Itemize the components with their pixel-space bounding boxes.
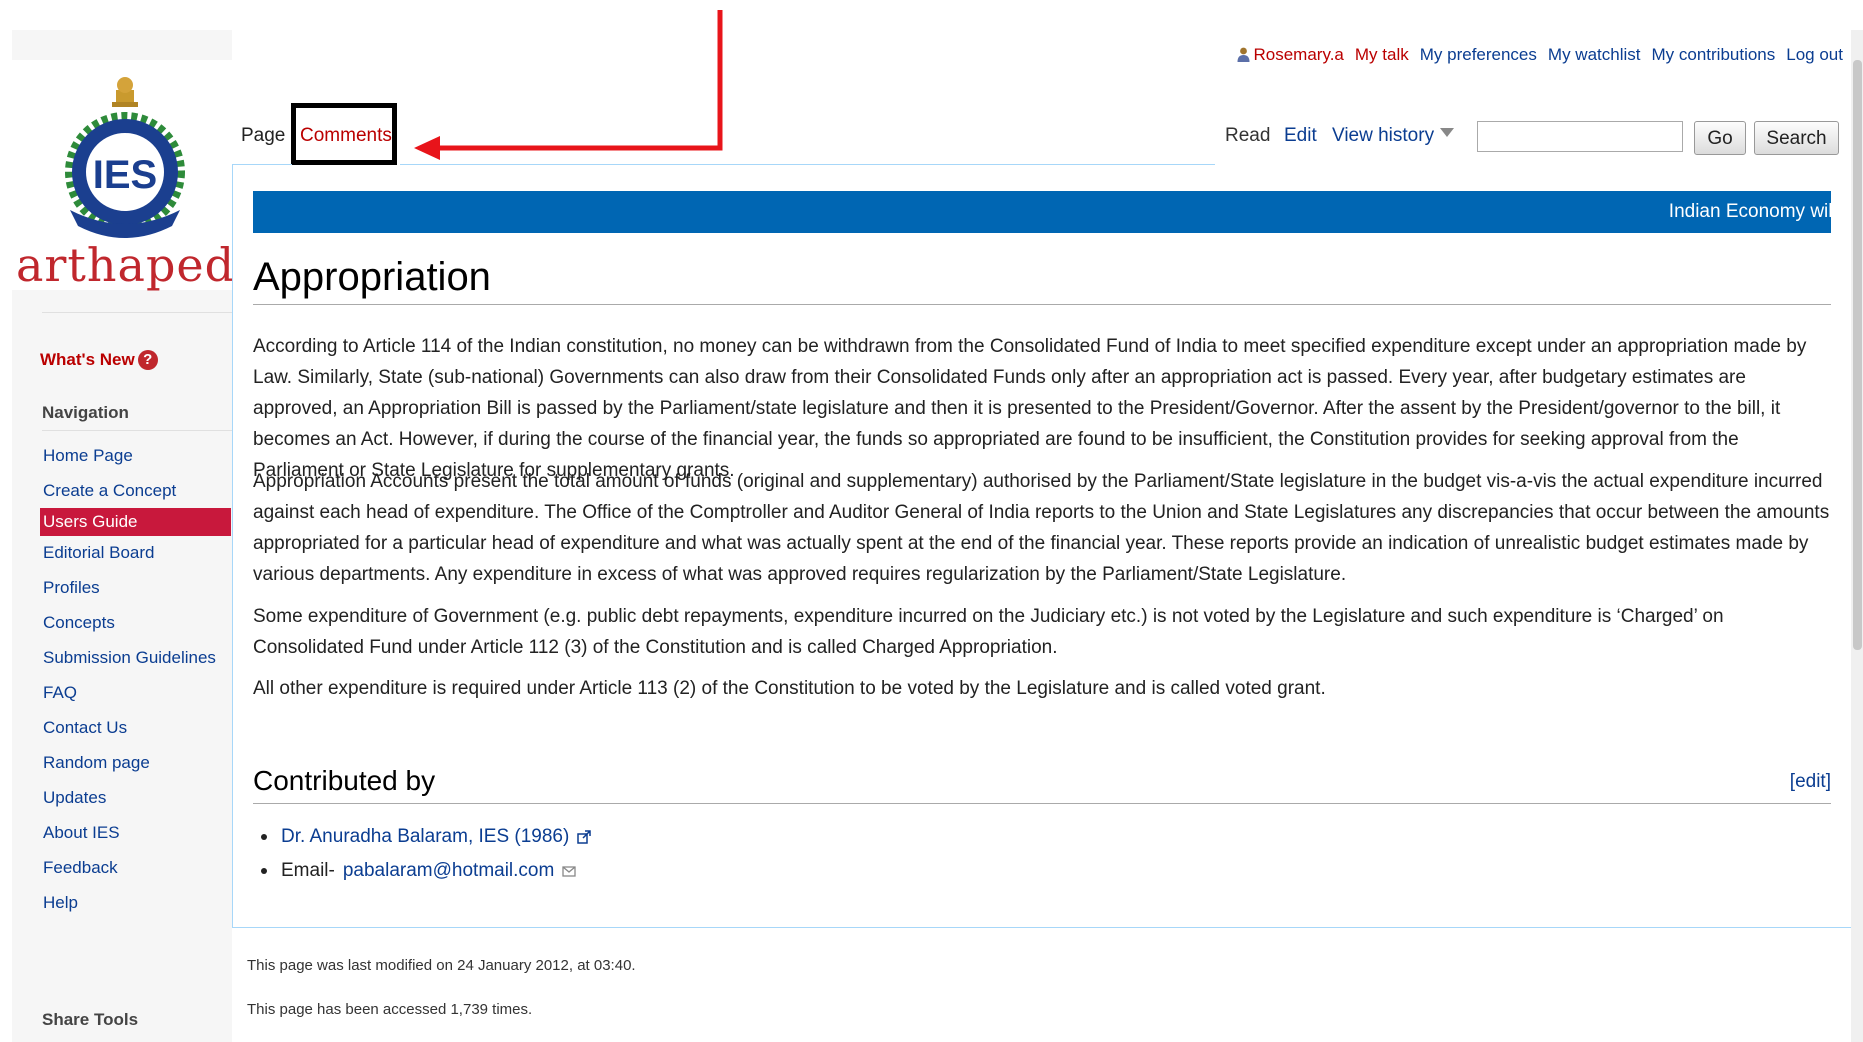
go-button[interactable]: Go	[1694, 121, 1746, 155]
external-link-icon	[577, 830, 592, 844]
whats-new-link[interactable]: What's New ?	[40, 350, 158, 370]
sidebar-item-contact-us[interactable]: Contact Us	[40, 714, 231, 742]
my-contributions-link[interactable]: My contributions	[1651, 45, 1775, 65]
sidebar-item-create-concept[interactable]: Create a Concept	[40, 477, 231, 505]
emblem-text: IES	[93, 153, 157, 197]
sidebar-item-updates[interactable]: Updates	[40, 784, 231, 812]
user-icon	[1237, 47, 1249, 62]
bullet-icon	[261, 834, 267, 840]
username: Rosemary.a	[1253, 45, 1344, 64]
sidebar-divider	[42, 312, 232, 313]
sidebar-item-faq[interactable]: FAQ	[40, 679, 231, 707]
ticker-text: Indian Economy will sc	[1668, 201, 1831, 222]
article-paragraph: According to Article 114 of the Indian c…	[253, 336, 1807, 481]
last-modified-text: This page was last modified on 24 Januar…	[247, 957, 636, 974]
tab-page[interactable]: Page	[241, 125, 285, 147]
user-link[interactable]: Rosemary.a	[1237, 45, 1344, 65]
contributed-by-label: Contributed by	[253, 765, 436, 796]
sidebar-item-submission-guidelines[interactable]: Submission Guidelines	[40, 644, 231, 672]
my-talk-link[interactable]: My talk	[1355, 45, 1409, 65]
page-title: Appropriation	[253, 255, 1831, 305]
navigation-heading: Navigation	[42, 403, 129, 422]
mail-icon	[562, 866, 576, 877]
search-input[interactable]	[1477, 121, 1683, 152]
personal-toolbar: Rosemary.a My talk My preferences My wat…	[1237, 45, 1843, 65]
section-edit-link[interactable]: [edit]	[1790, 771, 1831, 793]
sidebar-item-users-guide[interactable]: Users Guide	[40, 508, 231, 536]
search-button[interactable]: Search	[1754, 121, 1839, 155]
list-item: Dr. Anuradha Balaram, IES (1986)	[261, 826, 592, 848]
article-paragraph: All other expenditure is required under …	[253, 678, 1326, 699]
site-logo[interactable]: IES arthapedia	[12, 60, 278, 292]
sidebar-item-help[interactable]: Help	[40, 889, 231, 917]
news-ticker[interactable]: Indian Economy will sc	[253, 191, 1831, 233]
email-label: Email-	[281, 860, 335, 881]
contributed-by-heading: Contributed by [edit]	[253, 765, 1831, 804]
list-item: Email- pabalaram@hotmail.com	[261, 860, 576, 882]
whats-new-label: What's New	[40, 350, 135, 369]
sidebar-item-feedback[interactable]: Feedback	[40, 854, 231, 882]
annotation-arrow-icon	[414, 10, 723, 160]
scrollbar-thumb[interactable]	[1853, 60, 1862, 650]
tab-view-history[interactable]: View history	[1332, 125, 1434, 147]
my-preferences-link[interactable]: My preferences	[1420, 45, 1537, 65]
tab-comments[interactable]: Comments	[300, 125, 392, 147]
chevron-down-icon[interactable]	[1440, 128, 1454, 137]
access-count-text: This page has been accessed 1,739 times.	[247, 1001, 533, 1018]
sidebar-item-profiles[interactable]: Profiles	[40, 574, 231, 602]
sidebar-item-editorial-board[interactable]: Editorial Board	[40, 539, 231, 567]
content-area: Indian Economy will sc Appropriation Acc…	[232, 165, 1853, 928]
sidebar-item-home-page[interactable]: Home Page	[40, 442, 231, 470]
bullet-icon	[261, 868, 267, 874]
sidebar-item-about-ies[interactable]: About IES	[40, 819, 231, 847]
sidebar-item-random-page[interactable]: Random page	[40, 749, 231, 777]
log-out-link[interactable]: Log out	[1786, 45, 1843, 65]
navigation-divider	[42, 430, 232, 431]
sidebar-item-concepts[interactable]: Concepts	[40, 609, 231, 637]
tab-read[interactable]: Read	[1225, 125, 1270, 147]
article-paragraph: Some expenditure of Government (e.g. pub…	[253, 606, 1724, 658]
browser-page: Rosemary.a My talk My preferences My wat…	[0, 0, 1863, 1042]
my-watchlist-link[interactable]: My watchlist	[1548, 45, 1641, 65]
article-paragraph: Appropriation Accounts present the total…	[253, 471, 1830, 585]
ies-emblem-icon: IES	[65, 77, 185, 238]
help-question-icon: ?	[137, 350, 158, 370]
share-tools-heading: Share Tools	[42, 1010, 139, 1029]
tab-edit[interactable]: Edit	[1284, 125, 1317, 147]
sidebar: IES arthapedia What's New ? Navigation H…	[12, 30, 278, 1042]
email-link[interactable]: pabalaram@hotmail.com	[343, 860, 555, 882]
contributor-link[interactable]: Dr. Anuradha Balaram, IES (1986)	[281, 826, 569, 848]
